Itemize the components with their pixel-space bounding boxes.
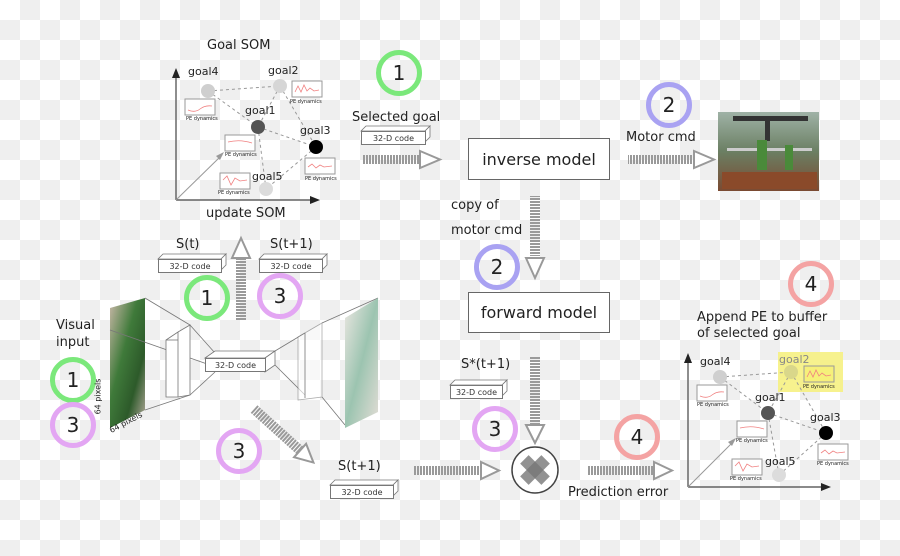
- append-label-2: of selected goal: [697, 326, 801, 341]
- motor-cmd-label: Motor cmd: [626, 130, 696, 145]
- goal4-label: goal4: [188, 65, 219, 78]
- som-x-arrowhead: [310, 196, 320, 204]
- diagram-graphics: [109, 68, 849, 497]
- som-node-goal5: [259, 182, 273, 196]
- forward-model-box: forward model: [468, 292, 610, 333]
- pe-caption: PE dynamics: [290, 99, 322, 105]
- selected-goal-code: 32-D code: [361, 131, 426, 145]
- som-update-vector: [175, 154, 223, 201]
- goal-som-title: Goal SOM: [207, 38, 271, 53]
- goal3-label: goal3: [300, 124, 331, 137]
- append-label-1: Append PE to buffer: [697, 310, 828, 325]
- step-2-badge: 2: [646, 82, 692, 128]
- step-3-input-badge: 3: [50, 402, 96, 448]
- step-3-s-star-badge: 3: [472, 406, 518, 452]
- som-node-goal1: [251, 120, 265, 134]
- motor-cmd-copy-label: motor cmd: [451, 223, 523, 238]
- pe-caption: PE dynamics: [730, 476, 762, 482]
- arrow-head: [419, 149, 443, 170]
- visual-input-image: [110, 298, 145, 428]
- goal1-label-right: goal1: [755, 391, 786, 404]
- goal4-label-right: goal4: [700, 355, 731, 368]
- step-1-st-badge: 1: [184, 275, 230, 321]
- copy-of-label: copy of: [451, 198, 499, 213]
- prediction-error-label: Prediction error: [568, 485, 669, 500]
- s-t-code: 32-D code: [158, 259, 222, 273]
- goal5-label: goal5: [252, 170, 283, 183]
- dim-height-label: 64 pixels: [93, 378, 103, 415]
- pe-caption: PE dynamics: [218, 190, 250, 196]
- arrow-selected-goal-shaft: [362, 155, 420, 164]
- s-t1-label: S(t+1): [270, 237, 313, 252]
- pe-caption: PE dynamics: [186, 116, 218, 122]
- goal2-label: goal2: [268, 64, 299, 77]
- pe-caption: PE dynamics: [803, 384, 835, 390]
- step-3-st1-badge: 3: [257, 273, 303, 319]
- pe-caption: PE dynamics: [697, 402, 729, 408]
- selected-goal-label: Selected goal: [352, 110, 441, 125]
- som-node-goal3: [309, 140, 323, 154]
- goal5-label-right: goal5: [765, 455, 796, 468]
- robot-gantry-photo: [718, 112, 819, 191]
- s-t-label: S(t): [176, 237, 200, 252]
- step-4-append-badge: 4: [788, 261, 834, 307]
- reconstructed-image: [345, 298, 378, 428]
- inverse-model-box: inverse model: [468, 138, 610, 180]
- comparator-icon: [511, 446, 559, 494]
- s-t1-bottom-label: S(t+1): [338, 459, 381, 474]
- update-som-label: update SOM: [206, 206, 286, 221]
- som-node-goal2: [273, 79, 287, 93]
- s-t1-code: 32-D code: [259, 259, 323, 273]
- som-y-arrowhead: [172, 68, 180, 78]
- goal3-label-right: goal3: [810, 411, 841, 424]
- step-3-bottom-badge: 3: [216, 428, 262, 474]
- goal2-label-right: goal2: [779, 353, 810, 366]
- step-1-input-badge: 1: [50, 357, 96, 403]
- step-4-pe-badge: 4: [614, 414, 660, 460]
- bottleneck-code: 32-D code: [205, 358, 266, 372]
- pe-caption: PE dynamics: [305, 176, 337, 182]
- som-node-goal4: [201, 84, 215, 98]
- s-star-label: S*(t+1): [461, 357, 511, 372]
- s-t1-bottom-code: 32-D code: [330, 485, 394, 499]
- pe-caption: PE dynamics: [225, 152, 257, 158]
- s-star-code: 32-D code: [450, 385, 503, 399]
- pe-plot-goal4: [184, 98, 216, 116]
- step-1-badge: 1: [376, 50, 422, 96]
- visual-input-label-2: input: [56, 335, 90, 350]
- goal1-label: goal1: [245, 104, 276, 117]
- visual-input-label-1: Visual: [56, 318, 95, 333]
- pe-plot-goal1: [224, 134, 256, 152]
- pe-caption: PE dynamics: [736, 438, 768, 444]
- pe-plot-goal5: [219, 172, 251, 190]
- pe-caption: PE dynamics: [817, 461, 849, 467]
- step-2-copy-badge: 2: [474, 244, 520, 290]
